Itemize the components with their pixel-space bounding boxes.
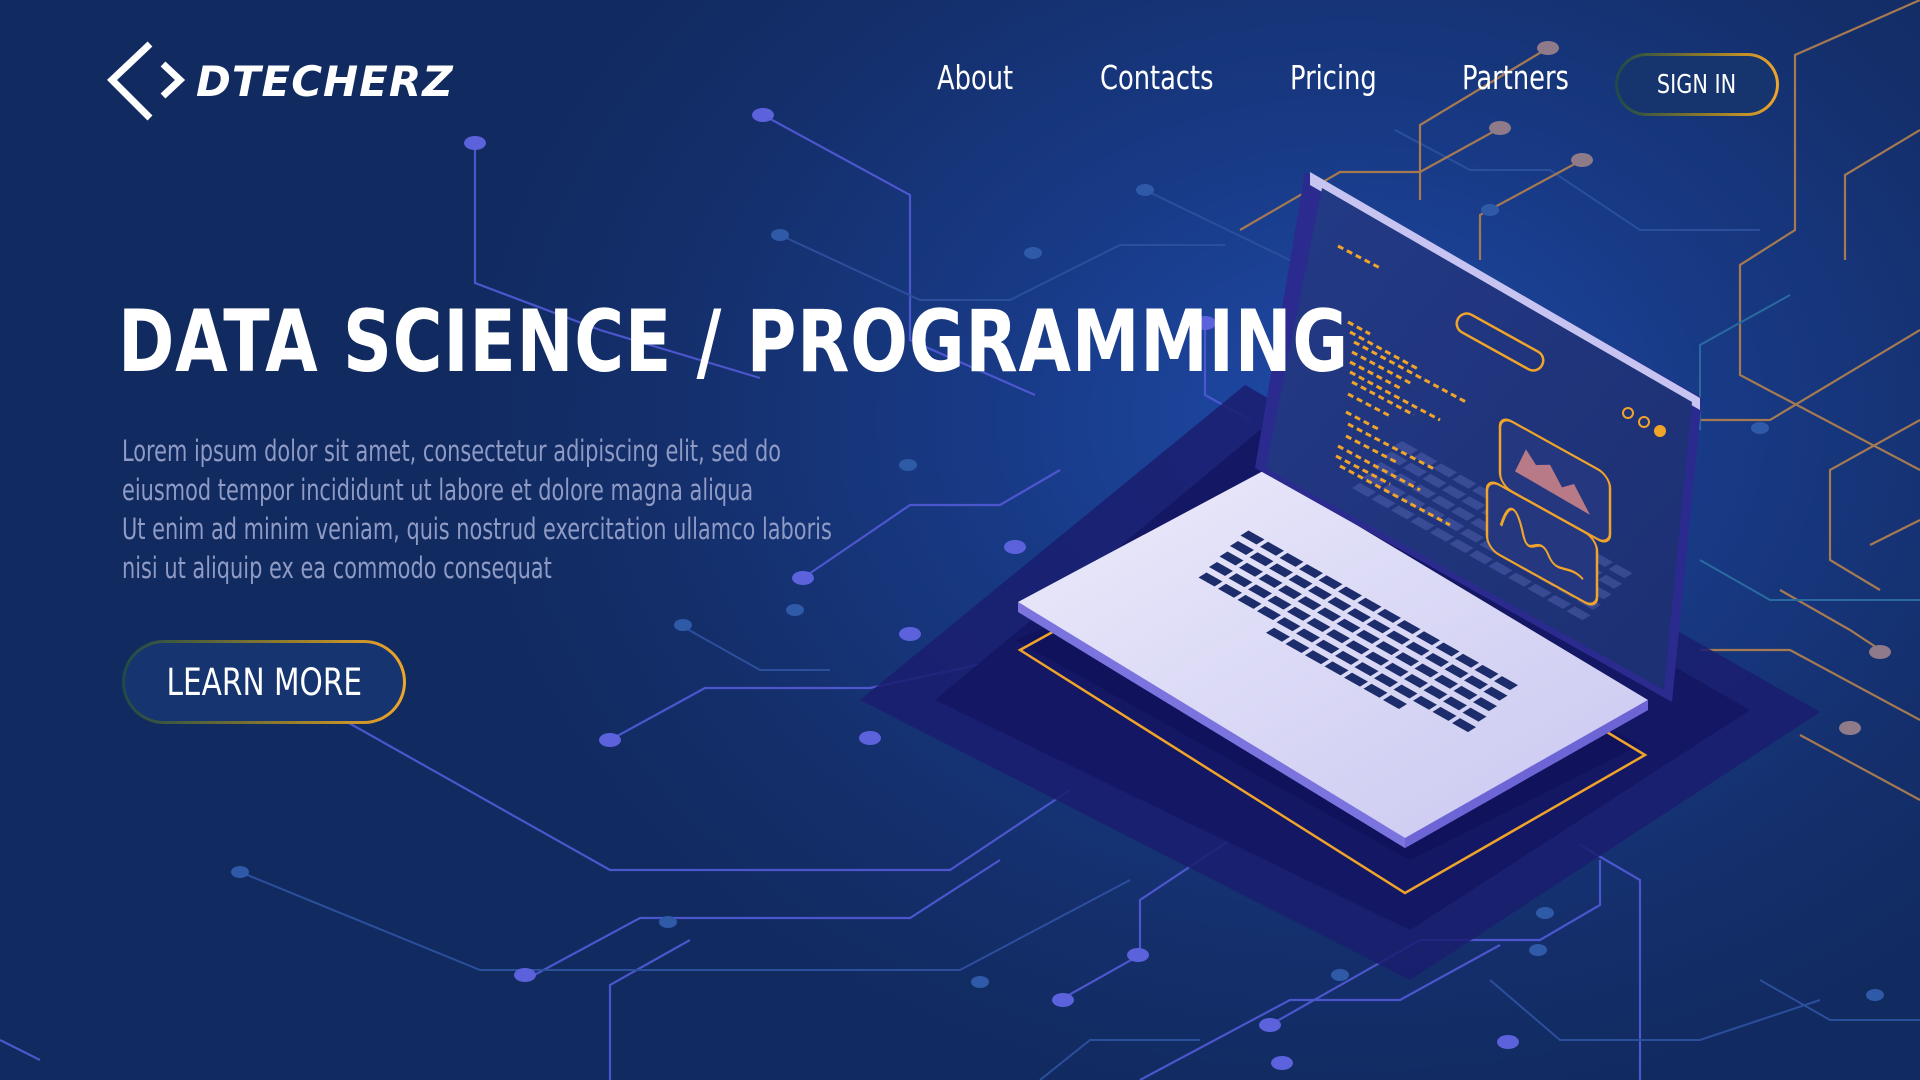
learn-more-button[interactable]: LEARN MORE xyxy=(122,640,406,724)
sign-in-label: SIGN IN xyxy=(1657,69,1737,100)
nav-about-link[interactable]: About xyxy=(937,58,1013,97)
learn-more-label: LEARN MORE xyxy=(166,660,362,704)
hero-description-line: Lorem ipsum dolor sit amet, consectetur … xyxy=(122,434,782,468)
nav-pricing-link[interactable]: Pricing xyxy=(1290,58,1377,97)
hero-description-line: nisi ut aliquip ex ea commodo consequat xyxy=(122,551,552,585)
hero-description: Lorem ipsum dolor sit amet, consectetur … xyxy=(122,432,832,588)
brand-name: DTECHERZ xyxy=(196,56,454,106)
hero-description-line: Ut enim ad minim veniam, quis nostrud ex… xyxy=(122,512,832,546)
page-title: DATA SCIENCE / PROGRAMMING xyxy=(118,292,1349,392)
brand-logo[interactable]: DTECHERZ xyxy=(106,40,454,122)
nav-partners-link[interactable]: Partners xyxy=(1462,58,1569,97)
landing-page: DTECHERZ About Contacts Pricing Partners… xyxy=(0,0,1920,1080)
circuit-traces-teal xyxy=(1699,294,1920,601)
hero-description-line: eiusmod tempor incididunt ut labore et d… xyxy=(122,473,754,507)
sign-in-button[interactable]: SIGN IN xyxy=(1615,53,1779,116)
nav-contacts-link[interactable]: Contacts xyxy=(1100,58,1214,97)
logo-chevrons-icon xyxy=(106,41,186,121)
